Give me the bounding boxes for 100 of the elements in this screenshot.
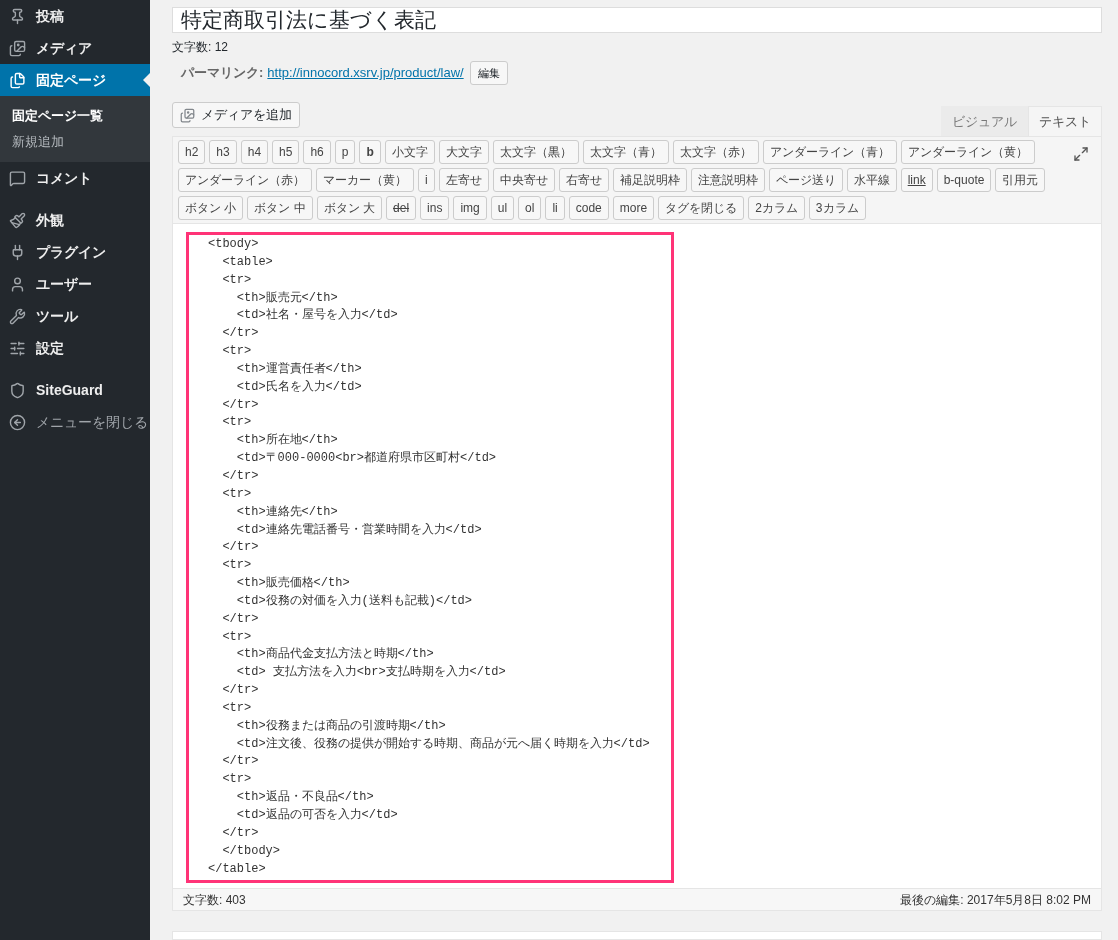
- current-pointer-icon: [143, 73, 150, 87]
- title-char-count: 文字数: 12: [172, 39, 228, 56]
- code-line: </tr>: [221, 824, 259, 842]
- quicktag-button[interactable]: アンダーライン（赤）: [178, 168, 312, 192]
- code-line: <th>商品代金支払方法と時期</th>: [235, 646, 434, 664]
- quicktag-button[interactable]: 太文字（黒）: [492, 140, 579, 164]
- fullscreen-icon[interactable]: [1073, 146, 1089, 162]
- quicktag-button[interactable]: 小文字: [384, 140, 435, 164]
- quicktag-button[interactable]: li: [545, 196, 565, 220]
- permalink-label: パーマリンク:: [181, 64, 264, 83]
- code-line: <td>〒000-0000<br>都道府県市区町村</td>: [235, 450, 497, 468]
- title-field[interactable]: 特定商取引法に基づく表記: [172, 7, 1102, 33]
- code-line: </table>: [208, 860, 266, 878]
- quicktag-button[interactable]: アンダーライン（青）: [762, 140, 897, 164]
- quicktag-button[interactable]: h6: [303, 140, 331, 164]
- quicktag-button[interactable]: b-quote: [936, 168, 992, 192]
- brush-icon: [9, 211, 26, 229]
- code-line: <th>販売価格</th>: [235, 575, 350, 593]
- editor-tab[interactable]: テキスト: [1028, 106, 1102, 136]
- user-icon: [9, 275, 26, 293]
- quicktag-button[interactable]: ボタン 大: [316, 196, 383, 220]
- code-line: <tbody>: [208, 236, 259, 253]
- code-line: <td>返品の可否を入力</td>: [235, 807, 398, 824]
- code-line: <tr>: [221, 699, 252, 717]
- sidebar-item[interactable]: メディア: [0, 32, 150, 64]
- quicktag-button[interactable]: img: [453, 196, 487, 220]
- shield-icon: [9, 381, 26, 399]
- quicktag-button[interactable]: マーカー（黄）: [316, 168, 414, 192]
- quicktag-button[interactable]: del: [386, 196, 417, 220]
- submenu-item[interactable]: 新規追加: [0, 129, 150, 155]
- quicktag-button[interactable]: 中央寄せ: [492, 168, 555, 192]
- sidebar-item[interactable]: プラグイン: [0, 236, 150, 268]
- code-line: <tr>: [221, 628, 252, 646]
- quicktag-button[interactable]: 補足説明枠: [612, 168, 687, 192]
- code-line: <th>販売元</th>: [235, 289, 338, 307]
- quicktag-button[interactable]: ol: [518, 196, 542, 220]
- permalink-link[interactable]: http://innocord.xsrv.jp/product/law/: [267, 63, 464, 83]
- editor-tab[interactable]: ビジュアル: [941, 106, 1028, 136]
- quicktag-button[interactable]: 太文字（青）: [582, 140, 669, 164]
- quicktag-button[interactable]: ページ送り: [768, 168, 843, 192]
- sidebar-item[interactable]: 投稿: [0, 0, 150, 32]
- code-line: </tbody>: [221, 842, 280, 860]
- code-line: <tr>: [221, 271, 252, 289]
- quicktag-button[interactable]: h4: [240, 140, 269, 164]
- submenu-item[interactable]: 固定ページ一覧: [0, 103, 150, 129]
- code-line: <th>役務または商品の引渡時期</th>: [235, 717, 446, 735]
- code-line: <tr>: [221, 414, 252, 432]
- quicktag-button[interactable]: ul: [490, 196, 515, 220]
- wrench-icon: [9, 307, 26, 325]
- code-line: </tr>: [221, 610, 259, 628]
- quicktag-button[interactable]: 大文字: [438, 140, 489, 164]
- sidebar-item[interactable]: 固定ページ: [0, 64, 150, 96]
- quicktag-button[interactable]: タグを閉じる: [658, 196, 745, 220]
- code-line: </tr>: [221, 396, 259, 414]
- sidebar-item[interactable]: SiteGuard: [0, 374, 150, 406]
- quicktag-button[interactable]: link: [900, 168, 933, 192]
- quicktag-button[interactable]: h2: [178, 140, 206, 164]
- pin-icon: [9, 7, 26, 25]
- quicktag-button[interactable]: h5: [272, 140, 300, 164]
- sidebar-item[interactable]: ツール: [0, 300, 150, 332]
- add-media-button[interactable]: メディアを追加: [172, 102, 300, 128]
- quicktag-button[interactable]: ins: [420, 196, 450, 220]
- media-icon: [180, 107, 195, 123]
- code-line: <th>所在地</th>: [235, 432, 338, 450]
- quicktag-button[interactable]: b: [359, 140, 381, 164]
- quicktag-button[interactable]: 水平線: [846, 168, 897, 192]
- code-line: <td>社名・屋号を入力</td>: [235, 307, 398, 325]
- code-line: <tr>: [221, 557, 252, 575]
- media-icon: [9, 39, 26, 57]
- quicktag-button[interactable]: アンダーライン（黄）: [900, 140, 1035, 164]
- quicktag-button[interactable]: p: [334, 140, 356, 164]
- quicktag-button[interactable]: 引用元: [995, 168, 1046, 192]
- quicktag-button[interactable]: 2カラム: [748, 196, 805, 220]
- code-line: <td>氏名を入力</td>: [235, 378, 362, 396]
- comment-icon: [9, 169, 26, 187]
- code-line: </tr>: [221, 682, 259, 700]
- edit-permalink-button[interactable]: 編集: [469, 61, 508, 85]
- sidebar-item[interactable]: メニューを閉じる: [0, 406, 150, 438]
- sidebar-item[interactable]: 外観: [0, 204, 150, 236]
- code-line: <td>役務の対価を入力(送料も記載)</td>: [235, 592, 473, 610]
- quicktag-button[interactable]: 太文字（赤）: [672, 140, 759, 164]
- quicktag-button[interactable]: 注意説明枠: [690, 168, 765, 192]
- sidebar-item[interactable]: コメント: [0, 162, 150, 194]
- quicktag-button[interactable]: 左寄せ: [438, 168, 489, 192]
- sidebar-item[interactable]: 設定: [0, 332, 150, 364]
- quicktag-button[interactable]: ボタン 小: [178, 196, 244, 220]
- quicktag-button[interactable]: ボタン 中: [247, 196, 313, 220]
- code-line: </tr>: [221, 467, 259, 485]
- code-line: <tr>: [221, 485, 252, 503]
- sliders-icon: [9, 339, 26, 357]
- quicktag-button[interactable]: code: [568, 196, 609, 220]
- quicktag-button[interactable]: more: [612, 196, 655, 220]
- quicktag-button[interactable]: h3: [209, 140, 237, 164]
- quicktag-button[interactable]: 3カラム: [808, 196, 866, 220]
- quicktag-button[interactable]: 右寄せ: [558, 168, 609, 192]
- code-line: <th>返品・不良品</th>: [235, 789, 374, 807]
- code-line: </tr>: [221, 539, 259, 557]
- code-line: </tr>: [221, 325, 259, 343]
- quicktag-button[interactable]: i: [418, 168, 435, 192]
- sidebar-item[interactable]: ユーザー: [0, 268, 150, 300]
